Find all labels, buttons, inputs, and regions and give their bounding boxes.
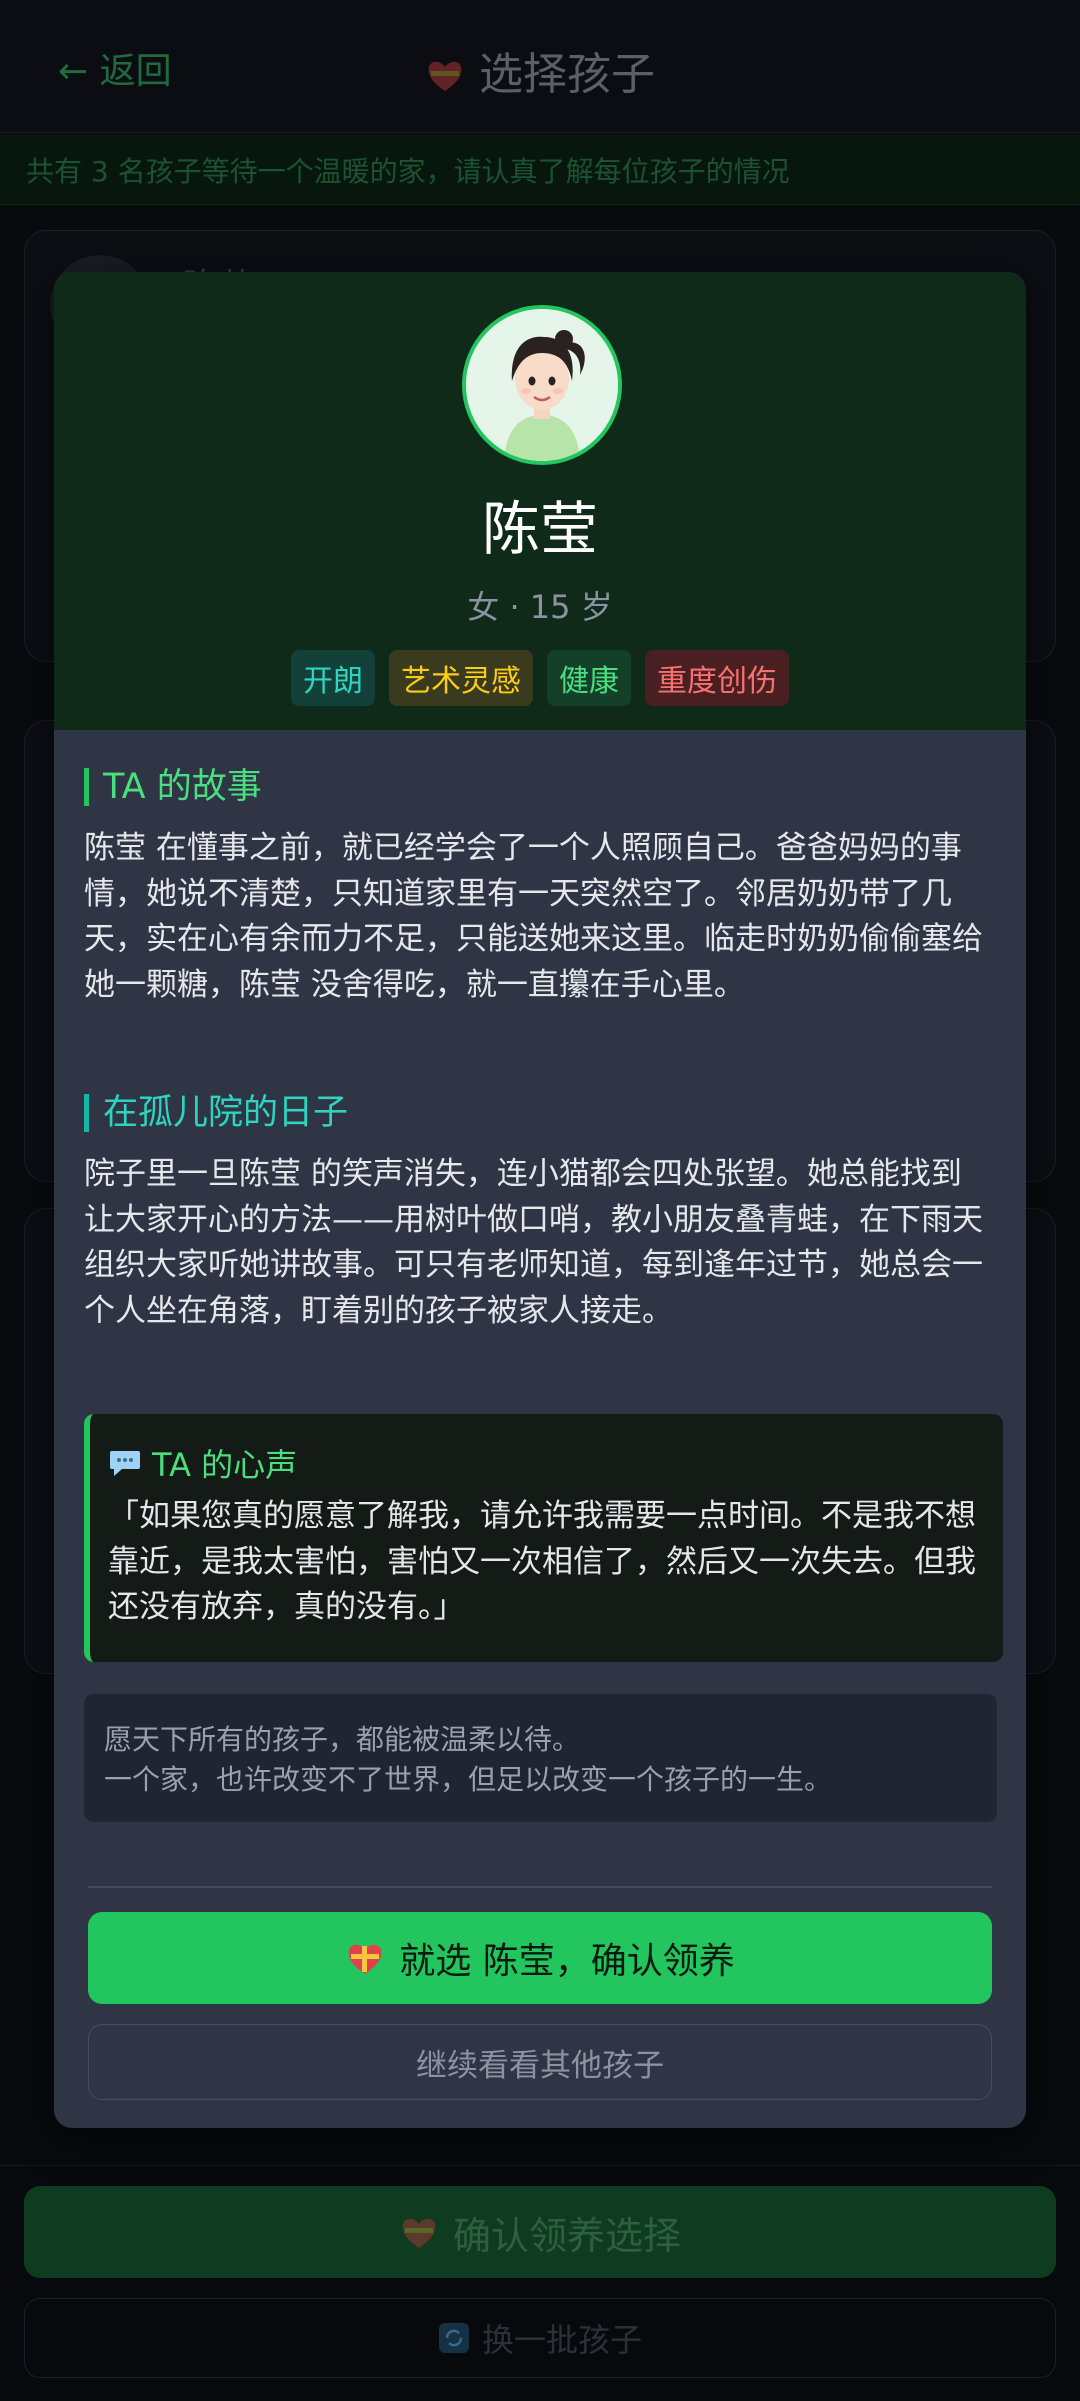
- divider: [88, 1886, 992, 1888]
- story-title: TA 的故事: [84, 768, 262, 806]
- child-name: 陈莹: [481, 495, 598, 563]
- voice-title: TA 的心声: [152, 1446, 298, 1484]
- voice-text: 「如果您真的愿意了解我，请允许我需要一点时间。不是我不想靠近，是我太害怕，害怕又…: [108, 1498, 976, 1625]
- confirm-adoption-button[interactable]: 确认领养选择: [24, 2186, 1056, 2278]
- tag: 开朗: [291, 650, 375, 706]
- see-other-children-button[interactable]: 继续看看其他孩子: [88, 2024, 992, 2100]
- top-bar: ← 返回 选择孩子: [0, 0, 1080, 133]
- gift-heart-icon: [402, 2218, 436, 2248]
- wish-line: 愿天下所有的孩子，都能被温柔以待。: [104, 1723, 581, 1756]
- trait-tags: 开朗 艺术灵感 健康 重度创伤: [54, 650, 1026, 706]
- child-detail-modal: 陈莹 女 · 15 岁 开朗 艺术灵感 健康 重度创伤 TA 的故事 陈莹 在懂…: [54, 272, 1026, 2128]
- tag: 健康: [547, 650, 631, 706]
- orphanage-days-text: 院子里一旦陈莹 的笑声消失，连小猫都会四处张望。她总能找到让大家开心的方法——用…: [84, 1156, 983, 1329]
- speech-bubble-icon: [110, 1451, 140, 1476]
- orphanage-days-title: 在孤儿院的日子: [84, 1094, 348, 1132]
- voice-box: TA 的心声 「如果您真的愿意了解我，请允许我需要一点时间。不是我不想靠近，是我…: [84, 1414, 1003, 1662]
- page-title: 选择孩子: [0, 38, 1080, 102]
- modal-header: 陈莹 女 · 15 岁 开朗 艺术灵感 健康 重度创伤: [54, 272, 1026, 730]
- wish-line: 一个家，也许改变不了世界，但足以改变一个孩子的一生。: [104, 1763, 833, 1796]
- gift-heart-icon: [348, 1944, 382, 1974]
- child-meta: 女 · 15 岁: [467, 588, 613, 626]
- notice-banner: 共有 3 名孩子等待一个温暖的家，请认真了解每位孩子的情况: [0, 134, 1080, 205]
- girl-portrait-icon: [466, 309, 618, 461]
- gift-heart-icon: [428, 61, 462, 91]
- story-text: 陈莹 在懂事之前，就已经学会了一个人照顾自己。爸爸妈妈的事情，她说不清楚，只知道…: [84, 830, 983, 1003]
- tag: 艺术灵感: [389, 650, 533, 706]
- avatar: [462, 305, 622, 465]
- refresh-icon: [438, 2323, 469, 2353]
- tag: 重度创伤: [645, 650, 789, 706]
- adopt-button[interactable]: 就选 陈莹，确认领养: [88, 1912, 992, 2004]
- wish-box: 愿天下所有的孩子，都能被温柔以待。 一个家，也许改变不了世界，但足以改变一个孩子…: [84, 1694, 997, 1822]
- refresh-children-button[interactable]: 换一批孩子: [24, 2298, 1056, 2378]
